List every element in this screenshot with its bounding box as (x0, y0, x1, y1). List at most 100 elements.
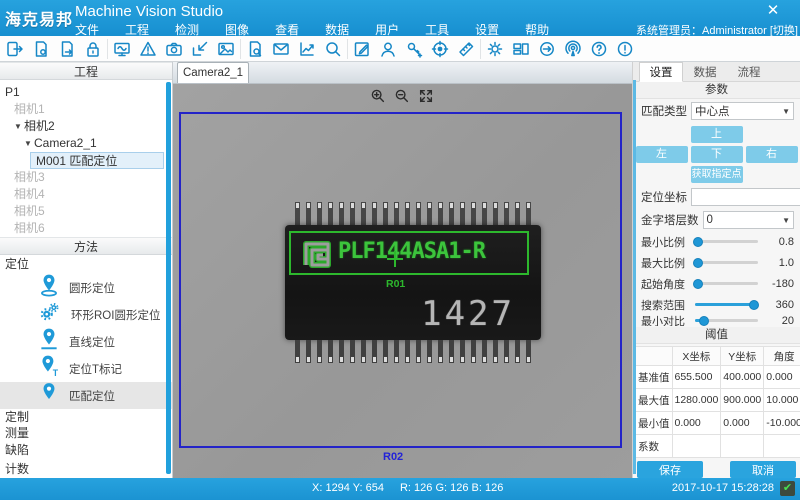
table-row: 最小值 0.000 0.000 -10.000 (636, 412, 800, 435)
search-range-slider[interactable] (695, 303, 758, 306)
expand-arrow-icon[interactable]: ▼ (24, 135, 34, 152)
settings-panel: 设置 数据 流程 参数 匹配类型 中心点 ▼ 上 左 下 右 获取指定点 定位坐… (632, 62, 800, 478)
pin-circle-icon (38, 273, 60, 302)
max-scale-slider[interactable] (695, 261, 758, 264)
slider-knob[interactable] (693, 279, 703, 289)
tree-item-camera3[interactable]: 相机3 (0, 169, 172, 186)
settings-tab-bar: 设置 数据 流程 (633, 62, 800, 82)
pyramid-row: 金字塔层数 0 ▼ (633, 208, 800, 231)
locate-coord-label: 定位坐标 (641, 189, 687, 205)
image-viewer: Camera2_1 R02 PLF144ASA1-R R01 (173, 62, 632, 478)
match-type-select[interactable]: 中心点 ▼ (691, 102, 794, 120)
help-icon[interactable] (586, 37, 612, 61)
slider-knob[interactable] (699, 316, 709, 326)
pin-t-icon: T (38, 354, 60, 383)
toolbar-separator (347, 39, 348, 59)
match-type-label: 匹配类型 (641, 103, 687, 119)
svg-text:T: T (53, 368, 59, 378)
col-angle: 角度 (764, 347, 800, 366)
slider-knob[interactable] (693, 258, 703, 268)
image-icon[interactable] (213, 37, 239, 61)
search-icon[interactable] (320, 37, 346, 61)
tab-flow[interactable]: 流程 (727, 62, 771, 82)
zoom-out-icon[interactable] (393, 88, 411, 104)
right-button[interactable]: 右 (746, 146, 798, 163)
monitor-icon[interactable] (109, 37, 135, 61)
lock-icon[interactable] (80, 37, 106, 61)
mail-icon[interactable] (268, 37, 294, 61)
slider-knob[interactable] (693, 237, 703, 247)
left-panel-scrollbar[interactable] (166, 82, 171, 474)
tab-camera2-1[interactable]: Camera2_1 (177, 62, 249, 83)
table-row: 最大值 1280.000 900.000 10.000 (636, 389, 800, 412)
tree-item-camera1[interactable]: 相机1 (0, 101, 172, 118)
document-search-icon[interactable] (242, 37, 268, 61)
key-add-icon[interactable] (401, 37, 427, 61)
broadcast-icon[interactable] (560, 37, 586, 61)
method-group-custom[interactable]: 定制 (0, 409, 172, 425)
tab-settings[interactable]: 设置 (639, 62, 683, 82)
camera-icon[interactable] (161, 37, 187, 61)
down-button[interactable]: 下 (691, 146, 743, 163)
match-roi-rect[interactable]: PLF144ASA1-R (289, 231, 529, 275)
method-group-count[interactable]: 计数 (0, 459, 172, 478)
get-point-button[interactable]: 获取指定点 (691, 166, 743, 183)
app-window: 海克易邦 Machine Vision Studio ✕ 文件 工程 检测 图像… (0, 0, 800, 500)
table-row: 系数 (636, 435, 800, 458)
table-row: 基准值 655.500 400.000 0.000 (636, 366, 800, 389)
left-button[interactable]: 左 (636, 146, 688, 163)
ruler-icon[interactable] (453, 37, 479, 61)
method-locate-t-mark[interactable]: T 定位T标记 (0, 355, 172, 382)
start-angle-slider[interactable] (695, 282, 758, 285)
fit-view-icon[interactable] (417, 88, 435, 104)
tree-item-camera4[interactable]: 相机4 (0, 186, 172, 203)
min-contrast-slider[interactable] (695, 319, 758, 322)
save-button[interactable]: 保存 (637, 461, 703, 478)
document-settings-icon[interactable] (28, 37, 54, 61)
method-group-defect[interactable]: 缺陷 (0, 442, 172, 459)
tree-item-camera2[interactable]: ▼相机2 (0, 118, 172, 135)
settings-gear-icon[interactable] (482, 37, 508, 61)
refresh-icon[interactable] (534, 37, 560, 61)
right-panel-scrollbar[interactable] (633, 80, 636, 474)
method-group-measure[interactable]: 测量 (0, 425, 172, 442)
match-roi-label: R01 (386, 278, 405, 290)
user-icon[interactable] (375, 37, 401, 61)
locate-coord-input[interactable] (691, 188, 800, 206)
expand-arrow-icon[interactable]: ▼ (14, 118, 24, 135)
camera-image-canvas[interactable]: R02 PLF144ASA1-R R01 1427 (173, 84, 632, 478)
tree-item-camera2-1[interactable]: ▼Camera2_1 (0, 135, 172, 152)
tree-item-camera6[interactable]: 相机6 (0, 220, 172, 237)
pyramid-select[interactable]: 0 ▼ (703, 211, 795, 229)
up-button[interactable]: 上 (691, 126, 743, 143)
method-group-locate[interactable]: 定位 (0, 255, 172, 274)
method-ring-roi-circle-locate[interactable]: 环形ROI圆形定位 (0, 301, 172, 328)
zoom-in-icon[interactable] (369, 88, 387, 104)
tree-item-camera5[interactable]: 相机5 (0, 203, 172, 220)
gears-icon (38, 300, 62, 329)
cancel-button[interactable]: 取消 (730, 461, 796, 478)
target-icon[interactable] (427, 37, 453, 61)
close-button[interactable]: ✕ (762, 1, 784, 19)
tab-data[interactable]: 数据 (683, 62, 727, 82)
edit-icon[interactable] (349, 37, 375, 61)
chart-icon[interactable] (294, 37, 320, 61)
import-icon[interactable] (187, 37, 213, 61)
method-circle-locate[interactable]: 圆形定位 (0, 274, 172, 301)
tree-item-p1[interactable]: P1 (0, 84, 172, 101)
main-toolbar (0, 36, 800, 62)
warning-icon[interactable] (135, 37, 161, 61)
layout-icon[interactable] (508, 37, 534, 61)
min-scale-slider[interactable] (695, 240, 758, 243)
search-region-label: R02 (383, 451, 403, 463)
slider-knob[interactable] (749, 300, 759, 310)
document-export-icon[interactable] (54, 37, 80, 61)
about-icon[interactable] (612, 37, 638, 61)
method-match-locate-selected[interactable]: 匹配定位 (0, 382, 172, 409)
toolbar-separator (480, 39, 481, 59)
tree-item-m001-selected[interactable]: M001 匹配定位 (30, 152, 164, 169)
chip-body: PLF144ASA1-R R01 1427 (285, 225, 541, 340)
logout-icon[interactable] (2, 37, 28, 61)
method-line-locate[interactable]: 直线定位 (0, 328, 172, 355)
col-y: Y坐标 (721, 347, 764, 366)
